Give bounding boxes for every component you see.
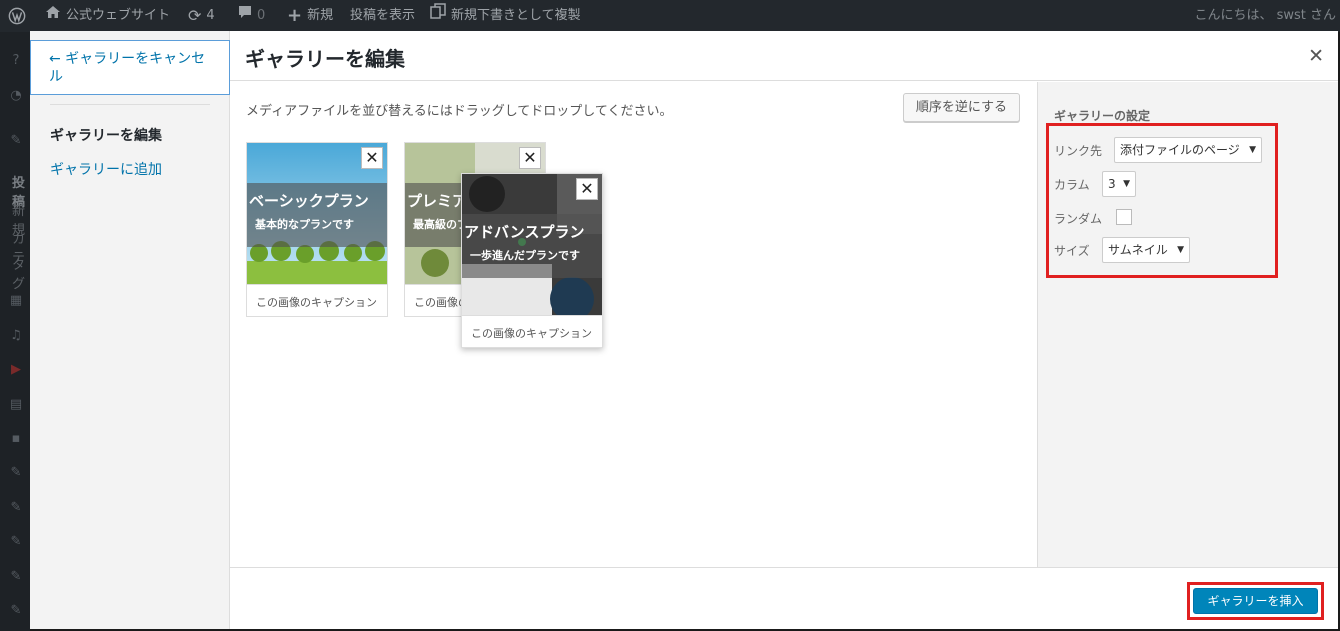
media-menu: ← ギャラリーをキャンセル ギャラリーを編集 ギャラリーに追加 <box>30 31 230 629</box>
link-to-label: リンク先 <box>1054 144 1103 158</box>
admin-sidebar: ? ◔ ✎ 投稿 新規 カテ タグ ▦ ♫ ▶ ▤ ▪ ✎ ✎ ✎ ✎ ✎ <box>0 32 30 631</box>
random-label: ランダム <box>1054 212 1103 226</box>
site-name-link[interactable]: 公式ウェブサイト <box>45 0 170 32</box>
insert-highlight-box: ギャラリーを挿入 <box>1187 582 1324 620</box>
comment-icon <box>238 0 252 32</box>
link-to-value: 添付ファイルのページ <box>1120 143 1240 157</box>
thumbnail-banner: ベーシックプラン 基本的なプランです <box>247 183 387 247</box>
pin-icon: ✎ <box>10 569 22 584</box>
duplicate-draft-link[interactable]: 新規下書きとして複製 <box>430 0 581 32</box>
new-label: 新規 <box>307 8 334 23</box>
close-icon[interactable]: ✕ <box>1308 45 1324 67</box>
pin-icon: ✎ <box>10 133 22 148</box>
site-name-label: 公式ウェブサイト <box>66 8 171 23</box>
thumbnail-subtitle: 一歩進んだプランです <box>470 249 580 262</box>
menu-item-add-to-gallery[interactable]: ギャラリーに追加 <box>50 159 162 179</box>
comments-menu-icon: ▪ <box>11 431 21 446</box>
comments-count: 0 <box>257 8 266 23</box>
modal-title-bar: ギャラリーを編集 ✕ <box>230 31 1338 81</box>
cancel-gallery-link[interactable]: ← ギャラリーをキャンセル <box>30 40 230 95</box>
wordpress-logo-icon[interactable] <box>8 0 26 32</box>
home-icon <box>45 0 61 32</box>
pin-icon: ✎ <box>10 603 22 618</box>
pages-icon: ▤ <box>9 397 23 412</box>
pin-icon: ✎ <box>10 465 22 480</box>
reverse-order-button[interactable]: 順序を逆にする <box>903 93 1020 122</box>
remove-attachment-icon[interactable]: ✕ <box>519 147 541 169</box>
remove-attachment-icon[interactable]: ✕ <box>361 147 383 169</box>
new-content-link[interactable]: + 新規 <box>287 0 333 32</box>
attachment-item[interactable]: アドバンスプラン 一歩進んだプランです ✕ この画像のキャプション <box>461 173 603 348</box>
columns-select[interactable]: 3 ▼ <box>1102 171 1136 197</box>
plus-icon: + <box>287 5 303 26</box>
comments-link[interactable]: 0 <box>238 0 265 32</box>
media-icon: ♫ <box>10 328 22 343</box>
menu-item-edit-gallery[interactable]: ギャラリーを編集 <box>50 125 162 145</box>
insert-gallery-button[interactable]: ギャラリーを挿入 <box>1193 588 1318 614</box>
media-modal: ← ギャラリーをキャンセル ギャラリーを編集 ギャラリーに追加 ギャラリーを編集… <box>30 31 1338 629</box>
modal-toolbar: ギャラリーを挿入 <box>230 567 1338 629</box>
gallery-content: メディアファイルを並び替えるにはドラッグしてドロップしてください。 順序を逆にす… <box>230 82 1037 567</box>
columns-label: カラム <box>1054 178 1090 192</box>
drag-instruction: メディアファイルを並び替えるにはドラッグしてドロップしてください。 <box>246 104 673 119</box>
copy-icon <box>430 0 446 32</box>
thumbnail-banner: アドバンスプラン 一歩進んだプランです <box>462 214 602 278</box>
modal-title: ギャラリーを編集 <box>245 47 405 71</box>
pin-icon: ✎ <box>10 534 22 549</box>
chevron-down-icon: ▼ <box>1249 145 1256 155</box>
menu-separator <box>50 104 210 105</box>
sidebar-tag-label: タグ <box>12 258 26 292</box>
columns-value: 3 <box>1108 177 1116 191</box>
link-to-select[interactable]: 添付ファイルのページ ▼ <box>1114 137 1262 163</box>
remove-attachment-icon[interactable]: ✕ <box>576 178 598 200</box>
thumbnail-title: ベーシックプラン <box>249 192 369 210</box>
attachment-item[interactable]: ベーシックプラン 基本的なプランです ✕ この画像のキャプション <box>246 142 388 317</box>
calendar-icon: ▦ <box>9 293 23 308</box>
size-label: サイズ <box>1054 244 1090 258</box>
refresh-icon: ⟳ <box>188 6 202 25</box>
duplicate-label: 新規下書きとして複製 <box>451 8 581 23</box>
thumbnail-title: アドバンスプラン <box>464 223 585 241</box>
dashboard-icon: ◔ <box>10 88 22 103</box>
gallery-settings: ギャラリーの設定 リンク先 添付ファイルのページ ▼ カラム 3 ▼ ランダム … <box>1037 82 1338 567</box>
thumbnail-subtitle: 基本的なプランです <box>255 218 354 231</box>
pin-icon: ✎ <box>10 500 22 515</box>
size-value: サムネイル <box>1108 243 1168 257</box>
admin-bar: 公式ウェブサイト ⟳ 4 0 + 新規 投稿を表示 新規下書きとして複製 こんに… <box>0 0 1340 32</box>
chevron-down-icon: ▼ <box>1123 179 1130 189</box>
youtube-icon: ▶ <box>11 362 21 377</box>
chevron-down-icon: ▼ <box>1177 245 1184 255</box>
howdy-account[interactable]: こんにちは、 swst さん <box>1194 0 1336 32</box>
caption-input[interactable]: この画像のキャプション <box>247 284 387 316</box>
settings-heading: ギャラリーの設定 <box>1054 109 1151 123</box>
view-post-link[interactable]: 投稿を表示 <box>350 0 415 32</box>
updates-count: 4 <box>206 8 215 23</box>
caption-input[interactable]: この画像のキャプション <box>462 315 602 347</box>
size-select[interactable]: サムネイル ▼ <box>1102 237 1190 263</box>
help-icon: ? <box>12 53 20 68</box>
updates-link[interactable]: ⟳ 4 <box>188 0 215 32</box>
random-checkbox[interactable] <box>1116 209 1132 225</box>
